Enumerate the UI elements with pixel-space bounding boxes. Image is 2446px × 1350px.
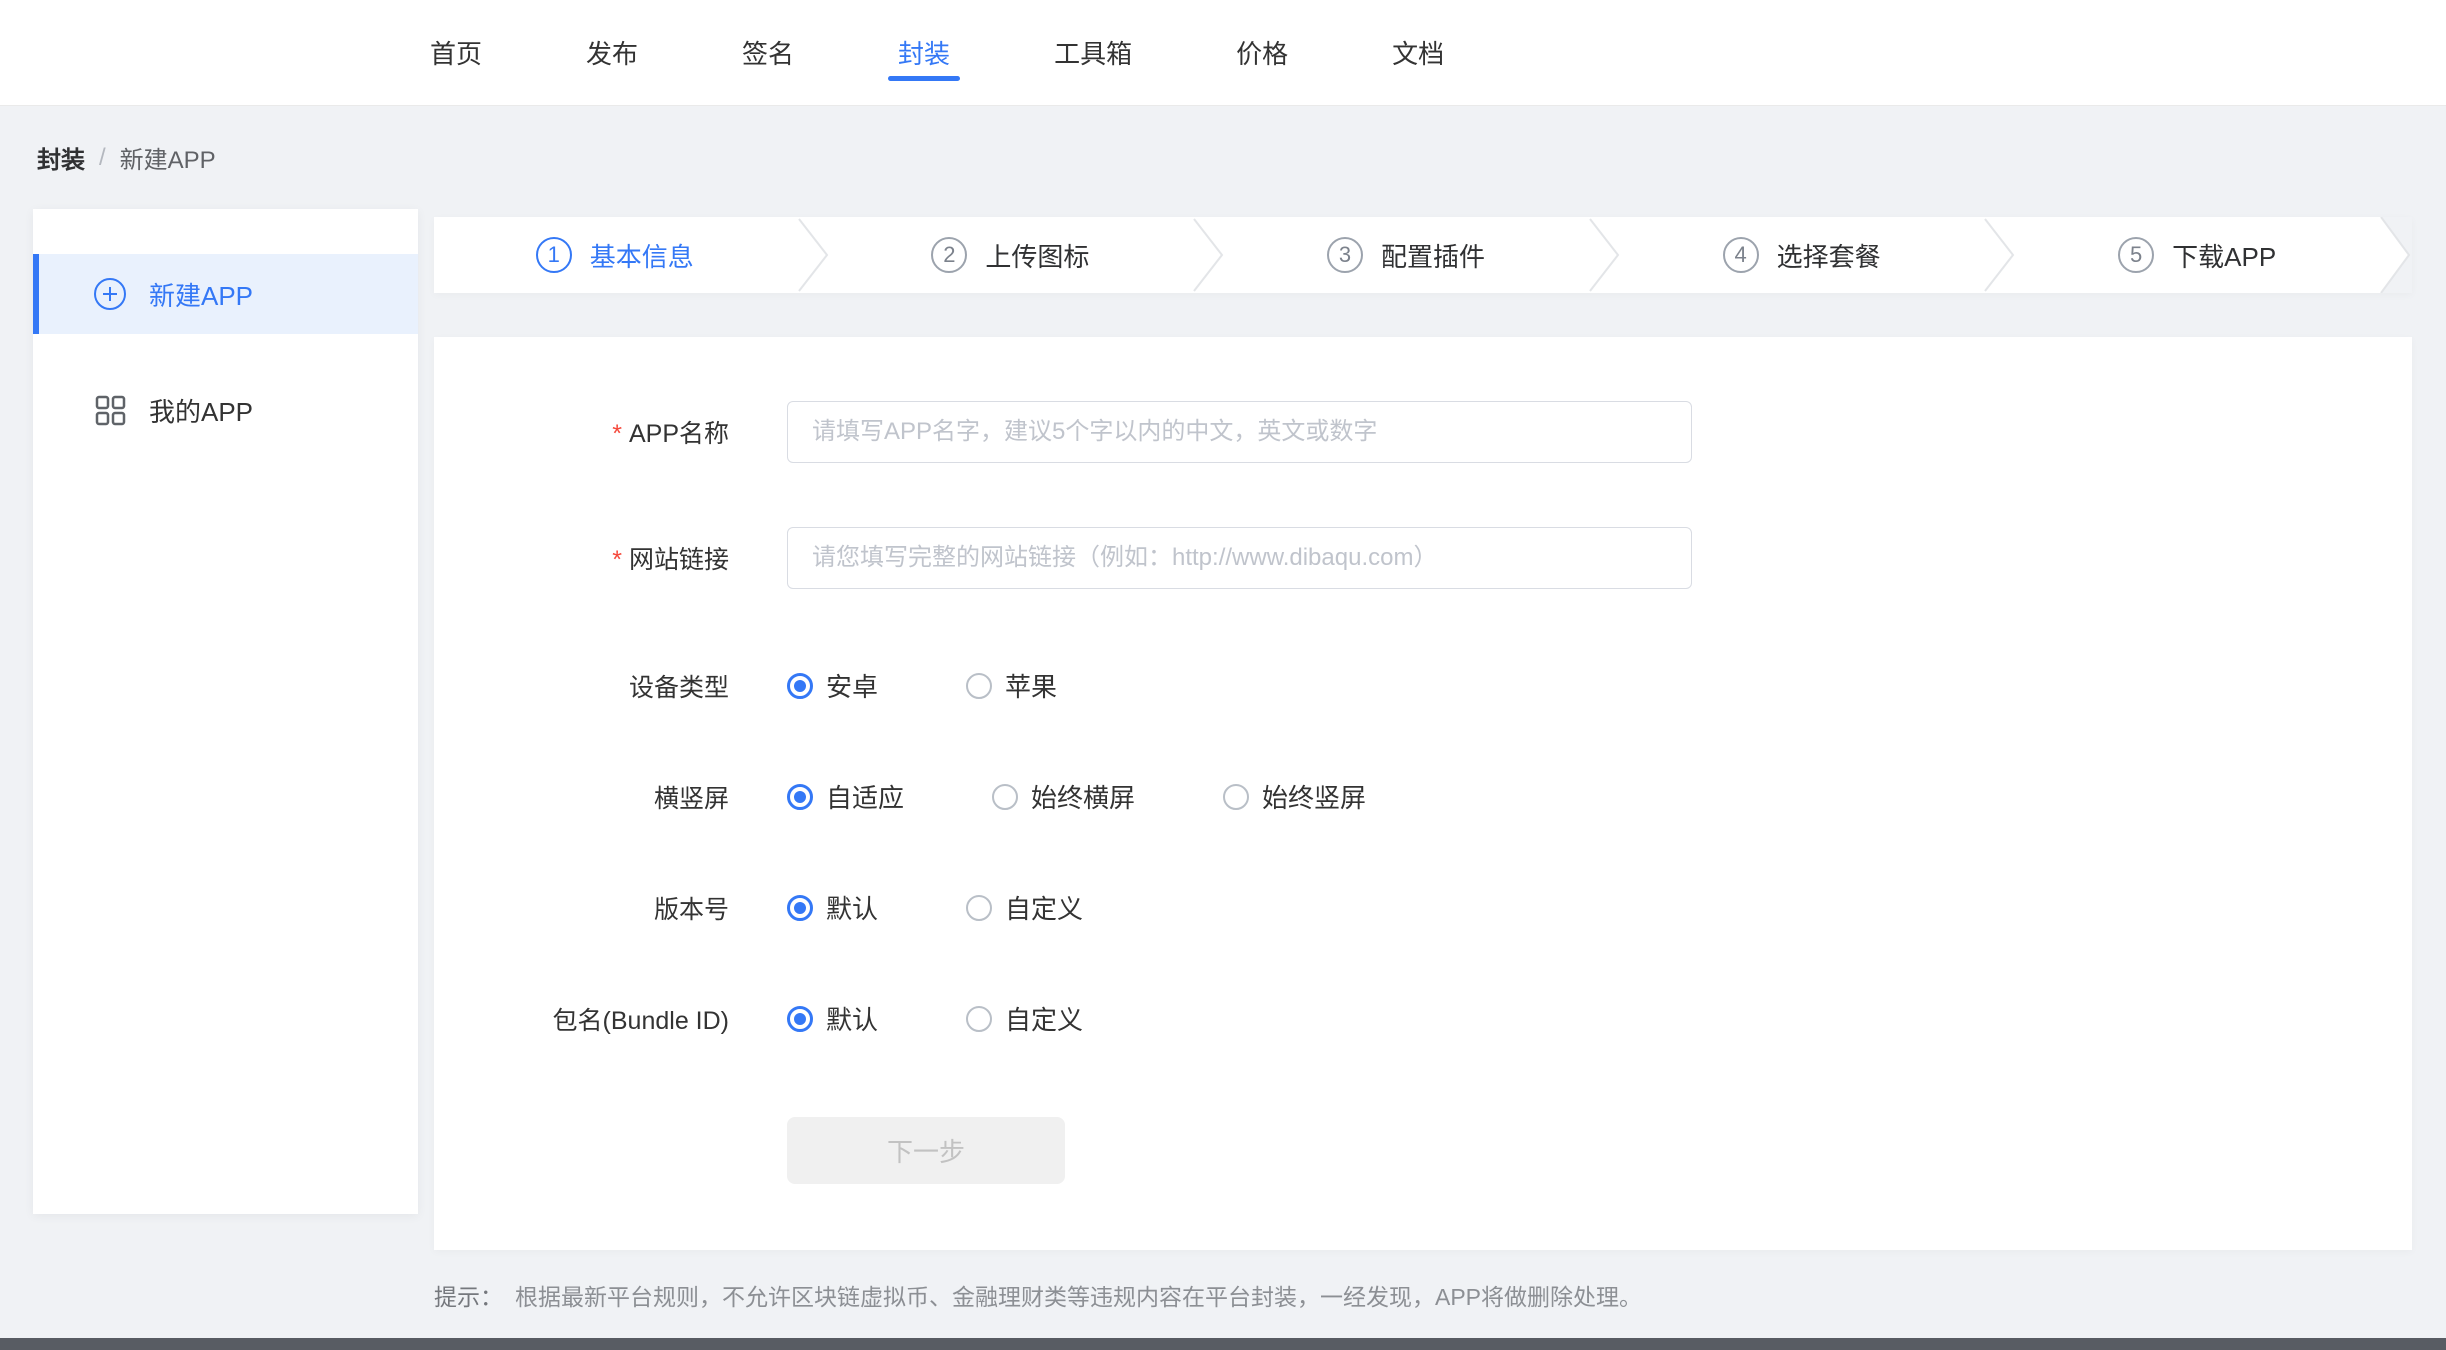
step-separator-icon bbox=[1587, 217, 1621, 293]
basic-info-form: *APP名称 *网站链接 设备类型 bbox=[434, 337, 2412, 1250]
app-name-input[interactable] bbox=[787, 401, 1692, 463]
required-mark: * bbox=[612, 546, 622, 574]
nav-item-docs[interactable]: 文档 bbox=[1392, 0, 1444, 105]
step-end-arrow-icon bbox=[2378, 217, 2412, 293]
nav-item-publish[interactable]: 发布 bbox=[586, 0, 638, 105]
app-name-label: *APP名称 bbox=[434, 414, 729, 450]
step-basic-info: 1 基本信息 bbox=[434, 217, 796, 293]
steps-bar: 1 基本信息 2 上传图标 3 配置插件 bbox=[434, 217, 2412, 293]
form-row-site-url: *网站链接 bbox=[434, 527, 2412, 589]
radio-version-custom[interactable]: 自定义 bbox=[966, 889, 1083, 926]
radio-bundle-default[interactable]: 默认 bbox=[787, 1000, 878, 1037]
sidebar-item-my-apps[interactable]: 我的APP bbox=[33, 370, 418, 450]
breadcrumb-current: 新建APP bbox=[120, 140, 216, 175]
nav-item-sign[interactable]: 签名 bbox=[742, 0, 794, 105]
bundle-id-label: 包名(Bundle ID) bbox=[434, 1001, 729, 1037]
step-number: 4 bbox=[1723, 237, 1759, 273]
device-type-label: 设备类型 bbox=[434, 668, 729, 704]
radio-landscape[interactable]: 始终横屏 bbox=[992, 778, 1135, 815]
radio-dot-icon bbox=[787, 895, 813, 921]
radio-dot-icon bbox=[966, 673, 992, 699]
radio-version-default[interactable]: 默认 bbox=[787, 889, 878, 926]
form-actions: 下一步 bbox=[434, 1117, 2412, 1184]
tip-prefix: 提示： bbox=[434, 1284, 503, 1310]
form-row-device-type: 设备类型 安卓 苹果 bbox=[434, 667, 2412, 704]
step-number: 3 bbox=[1327, 237, 1363, 273]
site-url-label: *网站链接 bbox=[434, 540, 729, 576]
breadcrumb-section[interactable]: 封装 bbox=[37, 140, 85, 175]
radio-adaptive[interactable]: 自适应 bbox=[787, 778, 904, 815]
radio-dot-icon bbox=[966, 1006, 992, 1032]
step-label: 下载APP bbox=[2172, 237, 2276, 274]
step-number: 5 bbox=[2118, 237, 2154, 273]
sidebar-item-label: 新建APP bbox=[149, 276, 253, 313]
page-body: 封装 / 新建APP 新建APP 我的APP bbox=[0, 106, 2446, 1312]
form-row-version: 版本号 默认 自定义 bbox=[434, 889, 2412, 926]
step-upload-icon: 2 上传图标 bbox=[830, 217, 1192, 293]
radio-dot-icon bbox=[1223, 784, 1249, 810]
device-type-radio-group: 安卓 苹果 bbox=[787, 667, 1145, 704]
main-area: 1 基本信息 2 上传图标 3 配置插件 bbox=[434, 209, 2412, 1312]
sidebar-item-label: 我的APP bbox=[149, 392, 253, 429]
step-number: 1 bbox=[536, 237, 572, 273]
nav-item-toolbox[interactable]: 工具箱 bbox=[1054, 0, 1132, 105]
radio-dot-icon bbox=[787, 784, 813, 810]
orientation-label: 横竖屏 bbox=[434, 779, 729, 815]
radio-dot-icon bbox=[787, 673, 813, 699]
orientation-radio-group: 自适应 始终横屏 始终竖屏 bbox=[787, 778, 1454, 815]
radio-ios[interactable]: 苹果 bbox=[966, 667, 1057, 704]
footer-bar bbox=[0, 1338, 2446, 1350]
radio-bundle-custom[interactable]: 自定义 bbox=[966, 1000, 1083, 1037]
form-row-bundle-id: 包名(Bundle ID) 默认 自定义 bbox=[434, 1000, 2412, 1037]
step-label: 配置插件 bbox=[1381, 237, 1485, 274]
radio-dot-icon bbox=[966, 895, 992, 921]
step-number: 2 bbox=[931, 237, 967, 273]
breadcrumb-separator: / bbox=[99, 144, 106, 172]
tip-text: 根据最新平台规则，不允许区块链虚拟币、金融理财类等违规内容在平台封装，一经发现，… bbox=[515, 1284, 1642, 1310]
version-label: 版本号 bbox=[434, 890, 729, 926]
radio-dot-icon bbox=[992, 784, 1018, 810]
top-navigation: 首页 发布 签名 封装 工具箱 价格 文档 bbox=[0, 0, 2446, 106]
site-url-input[interactable] bbox=[787, 527, 1692, 589]
form-row-app-name: *APP名称 bbox=[434, 401, 2412, 463]
step-separator-icon bbox=[1982, 217, 2016, 293]
radio-android[interactable]: 安卓 bbox=[787, 667, 878, 704]
step-label: 上传图标 bbox=[985, 237, 1089, 274]
step-separator-icon bbox=[796, 217, 830, 293]
nav-item-package[interactable]: 封装 bbox=[898, 0, 950, 105]
step-separator-icon bbox=[1191, 217, 1225, 293]
step-label: 基本信息 bbox=[590, 237, 694, 274]
sidebar: 新建APP 我的APP bbox=[33, 209, 418, 1214]
required-mark: * bbox=[612, 420, 622, 448]
next-step-button[interactable]: 下一步 bbox=[787, 1117, 1065, 1184]
form-row-orientation: 横竖屏 自适应 始终横屏 始终竖屏 bbox=[434, 778, 2412, 815]
bundle-id-radio-group: 默认 自定义 bbox=[787, 1000, 1171, 1037]
radio-dot-icon bbox=[787, 1006, 813, 1032]
breadcrumb: 封装 / 新建APP bbox=[33, 106, 2412, 209]
nav-item-home[interactable]: 首页 bbox=[430, 0, 482, 105]
sidebar-item-new-app[interactable]: 新建APP bbox=[33, 254, 418, 334]
step-select-plan: 4 选择套餐 bbox=[1621, 217, 1983, 293]
step-label: 选择套餐 bbox=[1777, 237, 1881, 274]
platform-rule-tip: 提示： 根据最新平台规则，不允许区块链虚拟币、金融理财类等违规内容在平台封装，一经… bbox=[434, 1278, 2412, 1312]
version-radio-group: 默认 自定义 bbox=[787, 889, 1171, 926]
step-configure-plugins: 3 配置插件 bbox=[1225, 217, 1587, 293]
radio-portrait[interactable]: 始终竖屏 bbox=[1223, 778, 1366, 815]
plus-circle-icon bbox=[93, 277, 127, 311]
nav-item-price[interactable]: 价格 bbox=[1236, 0, 1288, 105]
grid-icon bbox=[93, 393, 127, 427]
step-download-app: 5 下载APP bbox=[2016, 217, 2378, 293]
